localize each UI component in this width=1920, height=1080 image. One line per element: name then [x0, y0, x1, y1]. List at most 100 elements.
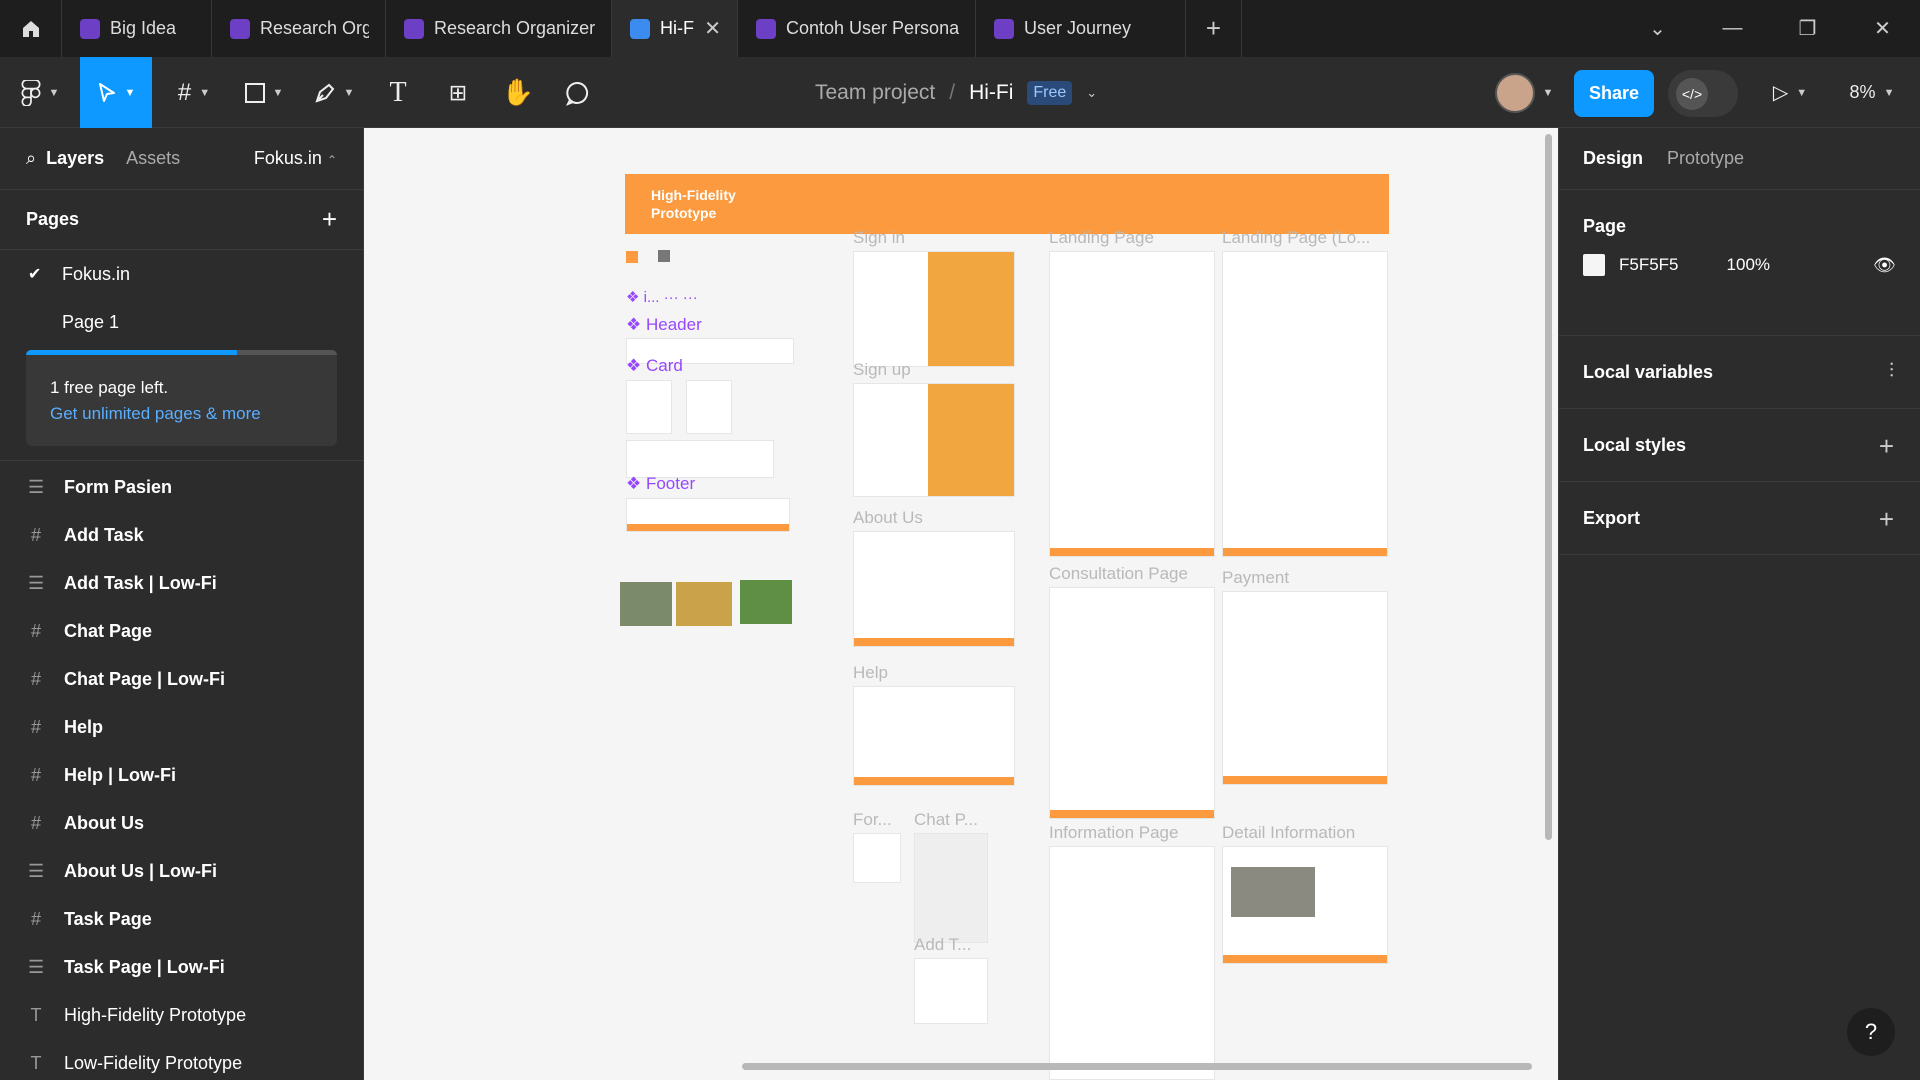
card-component[interactable]	[626, 440, 774, 478]
about-frame[interactable]	[853, 531, 1015, 647]
component-label[interactable]: ❖ i... ··· ···	[626, 288, 698, 306]
sign-in-frame[interactable]	[853, 251, 1015, 367]
frame-label-sign-up[interactable]: Sign up	[853, 360, 911, 380]
page-color-swatch[interactable]	[1583, 254, 1605, 276]
layer-item[interactable]: # Add Task	[0, 511, 363, 559]
frame-label-add[interactable]: Add T...	[914, 935, 984, 955]
detail-frame[interactable]	[1222, 846, 1388, 964]
card-component-label[interactable]: ❖ Card	[626, 356, 683, 376]
tab-layers[interactable]: Layers	[46, 148, 104, 169]
sliders-icon[interactable]: ⫶	[1889, 360, 1894, 383]
payment-frame[interactable]	[1222, 591, 1388, 785]
comment-tool[interactable]	[556, 57, 600, 128]
restore-icon[interactable]: ❐	[1770, 0, 1845, 57]
form-frame[interactable]	[853, 833, 901, 883]
layer-item[interactable]: ☰ Task Page | Low-Fi	[0, 943, 363, 991]
tab-2[interactable]: Research Organizer (K	[386, 0, 612, 57]
eye-icon[interactable]: 👁	[1873, 255, 1896, 276]
add-task-frame[interactable]	[914, 958, 988, 1024]
dev-mode-toggle[interactable]: </>	[1668, 70, 1738, 117]
promo-link[interactable]: Get unlimited pages & more	[50, 404, 313, 424]
info-frame[interactable]	[1049, 846, 1215, 1080]
frame-label-form[interactable]: For...	[853, 810, 895, 830]
search-icon[interactable]: ⌕	[26, 148, 36, 169]
file-name[interactable]: Hi-Fi	[969, 81, 1013, 105]
image-thumb[interactable]	[620, 582, 672, 626]
zoom-menu[interactable]: 8% ▼	[1836, 57, 1908, 128]
tab-design[interactable]: Design	[1583, 148, 1643, 169]
vertical-scrollbar[interactable]	[1545, 134, 1552, 840]
layer-item[interactable]: # About Us	[0, 799, 363, 847]
layer-item[interactable]: ☰ Add Task | Low-Fi	[0, 559, 363, 607]
layer-item[interactable]: T Low-Fidelity Prototype	[0, 1039, 363, 1080]
help-button[interactable]: ?	[1847, 1008, 1895, 1056]
pen-tool[interactable]: ▼	[306, 57, 362, 128]
frame-label-landing-lo[interactable]: Landing Page (Lo...	[1222, 228, 1386, 248]
horizontal-scrollbar[interactable]	[742, 1063, 1532, 1070]
text-tool[interactable]: T	[378, 57, 418, 128]
tab-5[interactable]: User Journey	[976, 0, 1186, 57]
layer-item[interactable]: ☰ About Us | Low-Fi	[0, 847, 363, 895]
avatar-menu[interactable]: ▼	[1486, 57, 1562, 128]
close-window-icon[interactable]: ✕	[1845, 0, 1920, 57]
frame-label-about[interactable]: About Us	[853, 508, 923, 528]
frame-label-landing[interactable]: Landing Page	[1049, 228, 1154, 248]
frame-label-help[interactable]: Help	[853, 663, 888, 683]
frame-label-consult[interactable]: Consultation Page	[1049, 564, 1188, 584]
local-variables-title[interactable]: Local variables	[1583, 336, 1896, 408]
header-component-label[interactable]: ❖ Header	[626, 315, 702, 335]
plan-badge[interactable]: Free	[1027, 80, 1073, 105]
new-tab-button[interactable]: +	[1186, 0, 1242, 57]
color-swatch[interactable]	[626, 251, 638, 263]
tab-prototype[interactable]: Prototype	[1667, 148, 1744, 169]
file-selector[interactable]: Fokus.in ⌃	[254, 148, 337, 169]
canvas[interactable]: High-Fidelity Prototype ❖ i... ··· ··· ❖…	[364, 128, 1558, 1080]
tab-1[interactable]: Research Organizer (C	[212, 0, 386, 57]
tab-3[interactable]: Hi-Fi ✕	[612, 0, 738, 57]
sign-up-frame[interactable]	[853, 383, 1015, 497]
tab-4[interactable]: Contoh User Persona	[738, 0, 976, 57]
landing-frame[interactable]	[1049, 251, 1215, 557]
layer-item[interactable]: T High-Fidelity Prototype	[0, 991, 363, 1039]
frame-label-payment[interactable]: Payment	[1222, 568, 1289, 588]
color-swatch[interactable]	[658, 250, 670, 262]
resources-tool[interactable]: ⊞	[438, 57, 478, 128]
consult-frame[interactable]	[1049, 587, 1215, 819]
layer-item[interactable]: # Task Page	[0, 895, 363, 943]
hand-tool[interactable]: ✋	[496, 57, 540, 128]
shape-tool[interactable]: ▼	[236, 57, 292, 128]
page-item[interactable]: Page 1	[0, 298, 363, 346]
frame-tool[interactable]: # ▼	[166, 57, 222, 128]
add-style-button[interactable]: +	[1879, 431, 1894, 462]
card-component[interactable]	[626, 380, 672, 434]
layer-item[interactable]: ☰ Form Pasien	[0, 463, 363, 511]
frame-label-chat[interactable]: Chat P...	[914, 810, 984, 830]
project-name[interactable]: Team project	[815, 81, 935, 105]
image-thumb[interactable]	[676, 582, 732, 626]
page-color-value[interactable]: F5F5F5	[1619, 255, 1679, 275]
page-item[interactable]: ✔ Fokus.in	[0, 250, 363, 298]
chat-frame[interactable]	[914, 833, 988, 943]
add-page-button[interactable]: +	[322, 204, 337, 235]
landing-lo-frame[interactable]	[1222, 251, 1388, 557]
frame-label-detail[interactable]: Detail Information	[1222, 823, 1355, 843]
share-button[interactable]: Share	[1574, 70, 1654, 117]
hifi-banner[interactable]: High-Fidelity Prototype	[625, 174, 1389, 234]
chevron-down-icon[interactable]: ⌄	[1620, 0, 1695, 57]
home-button[interactable]	[0, 0, 62, 57]
image-thumb[interactable]	[740, 580, 792, 624]
present-button[interactable]: ▷ ▼	[1760, 57, 1820, 128]
move-tool[interactable]: ▼	[80, 57, 152, 128]
tab-assets[interactable]: Assets	[126, 148, 180, 169]
tab-0[interactable]: Big Idea	[62, 0, 212, 57]
close-tab-icon[interactable]: ✕	[704, 16, 721, 41]
page-opacity[interactable]: 100%	[1727, 255, 1770, 275]
chevron-down-icon[interactable]: ⌄	[1086, 85, 1097, 101]
layer-item[interactable]: # Help	[0, 703, 363, 751]
footer-component[interactable]	[626, 498, 790, 532]
help-frame[interactable]	[853, 686, 1015, 786]
layer-item[interactable]: # Chat Page	[0, 607, 363, 655]
footer-component-label[interactable]: ❖ Footer	[626, 474, 695, 494]
frame-label-sign-in[interactable]: Sign in	[853, 228, 905, 248]
add-export-button[interactable]: +	[1879, 504, 1894, 535]
